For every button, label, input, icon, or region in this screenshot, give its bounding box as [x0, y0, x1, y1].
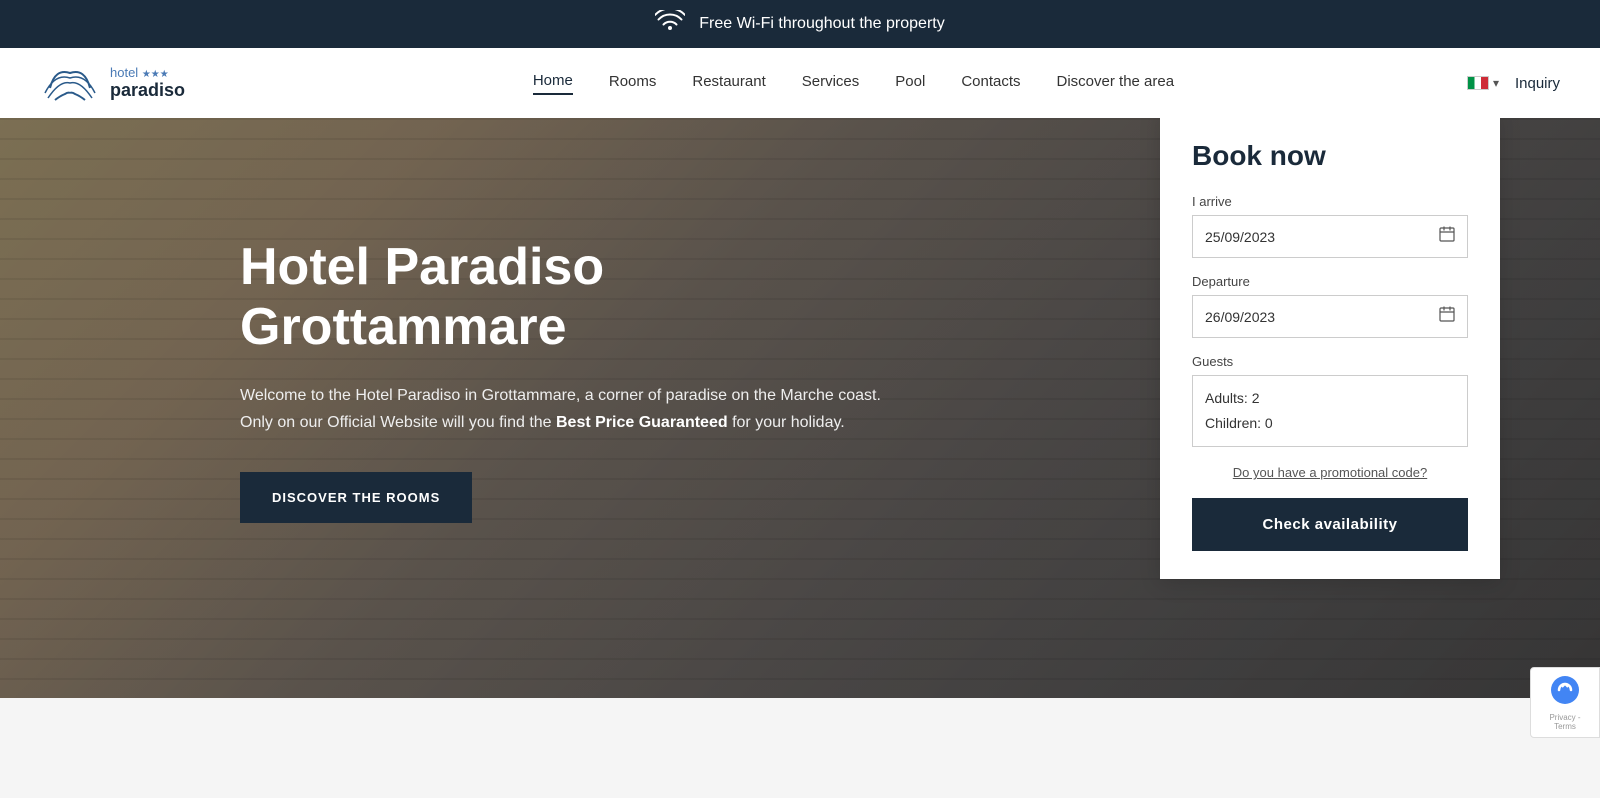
- hero-title: Hotel Paradiso Grottammare: [240, 238, 900, 358]
- adults-row: Adults: 2: [1205, 386, 1455, 411]
- departure-label: Departure: [1192, 274, 1468, 289]
- nav-contacts[interactable]: Contacts: [961, 73, 1020, 94]
- hero-description: Welcome to the Hotel Paradiso in Grottam…: [240, 382, 900, 436]
- hero-desc-bold: Best Price Guaranteed: [556, 414, 728, 431]
- nav-home[interactable]: Home: [533, 72, 573, 95]
- arrive-label: I arrive: [1192, 194, 1468, 209]
- departure-calendar-icon[interactable]: [1439, 306, 1455, 327]
- wifi-icon: [655, 10, 685, 38]
- discover-rooms-button[interactable]: DISCOVER THE ROOMS: [240, 472, 472, 523]
- nav-pool[interactable]: Pool: [895, 73, 925, 94]
- booking-title: Book now: [1192, 140, 1468, 172]
- inquiry-link[interactable]: Inquiry: [1515, 75, 1560, 92]
- arrive-date-input[interactable]: [1205, 229, 1439, 245]
- guests-box[interactable]: Adults: 2 Children: 0: [1192, 375, 1468, 447]
- promo-code-link[interactable]: Do you have a promotional code?: [1192, 465, 1468, 480]
- footer-space: [0, 698, 1600, 798]
- main-nav: Home Rooms Restaurant Services Pool Cont…: [240, 72, 1467, 95]
- nav-rooms[interactable]: Rooms: [609, 73, 657, 94]
- nav-restaurant[interactable]: Restaurant: [692, 73, 765, 94]
- language-selector[interactable]: ▾: [1467, 76, 1499, 90]
- arrive-date-wrap: [1192, 215, 1468, 258]
- header: hotel ★★★ paradiso Home Rooms Restaurant…: [0, 48, 1600, 118]
- hero-content: Hotel Paradiso Grottammare Welcome to th…: [0, 118, 900, 523]
- hero-section: Hotel Paradiso Grottammare Welcome to th…: [0, 118, 1600, 698]
- check-availability-button[interactable]: Check availability: [1192, 498, 1468, 551]
- header-right: ▾ Inquiry: [1467, 75, 1560, 92]
- arrive-calendar-icon[interactable]: [1439, 226, 1455, 247]
- logo-area: hotel ★★★ paradiso: [40, 58, 240, 108]
- logo-stars: hotel ★★★: [110, 65, 185, 80]
- top-banner: Free Wi-Fi throughout the property: [0, 0, 1600, 48]
- children-label: Children:: [1205, 415, 1261, 431]
- guests-label: Guests: [1192, 354, 1468, 369]
- recaptcha-logo: [1539, 674, 1591, 711]
- adults-count-value: 2: [1252, 390, 1260, 406]
- nav-discover-area[interactable]: Discover the area: [1057, 73, 1175, 94]
- recaptcha-text: Privacy - Terms: [1539, 713, 1591, 731]
- departure-date-input[interactable]: [1205, 309, 1439, 325]
- adults-label: Adults:: [1205, 390, 1248, 406]
- logo-name: paradiso: [110, 80, 185, 101]
- hero-desc-part2: for your holiday.: [728, 414, 845, 431]
- logo-text-area: hotel ★★★ paradiso: [110, 65, 185, 101]
- lang-dropdown-arrow: ▾: [1493, 76, 1499, 90]
- nav-services[interactable]: Services: [802, 73, 860, 94]
- flag-italy: [1467, 76, 1489, 90]
- recaptcha-badge: Privacy - Terms: [1530, 667, 1600, 738]
- booking-widget: Book now I arrive Departure Guests: [1160, 118, 1500, 579]
- departure-date-wrap: [1192, 295, 1468, 338]
- children-count: 0: [1265, 415, 1273, 431]
- banner-message: Free Wi-Fi throughout the property: [699, 15, 944, 33]
- children-row: Children: 0: [1205, 411, 1455, 436]
- logo-icon: [40, 58, 100, 108]
